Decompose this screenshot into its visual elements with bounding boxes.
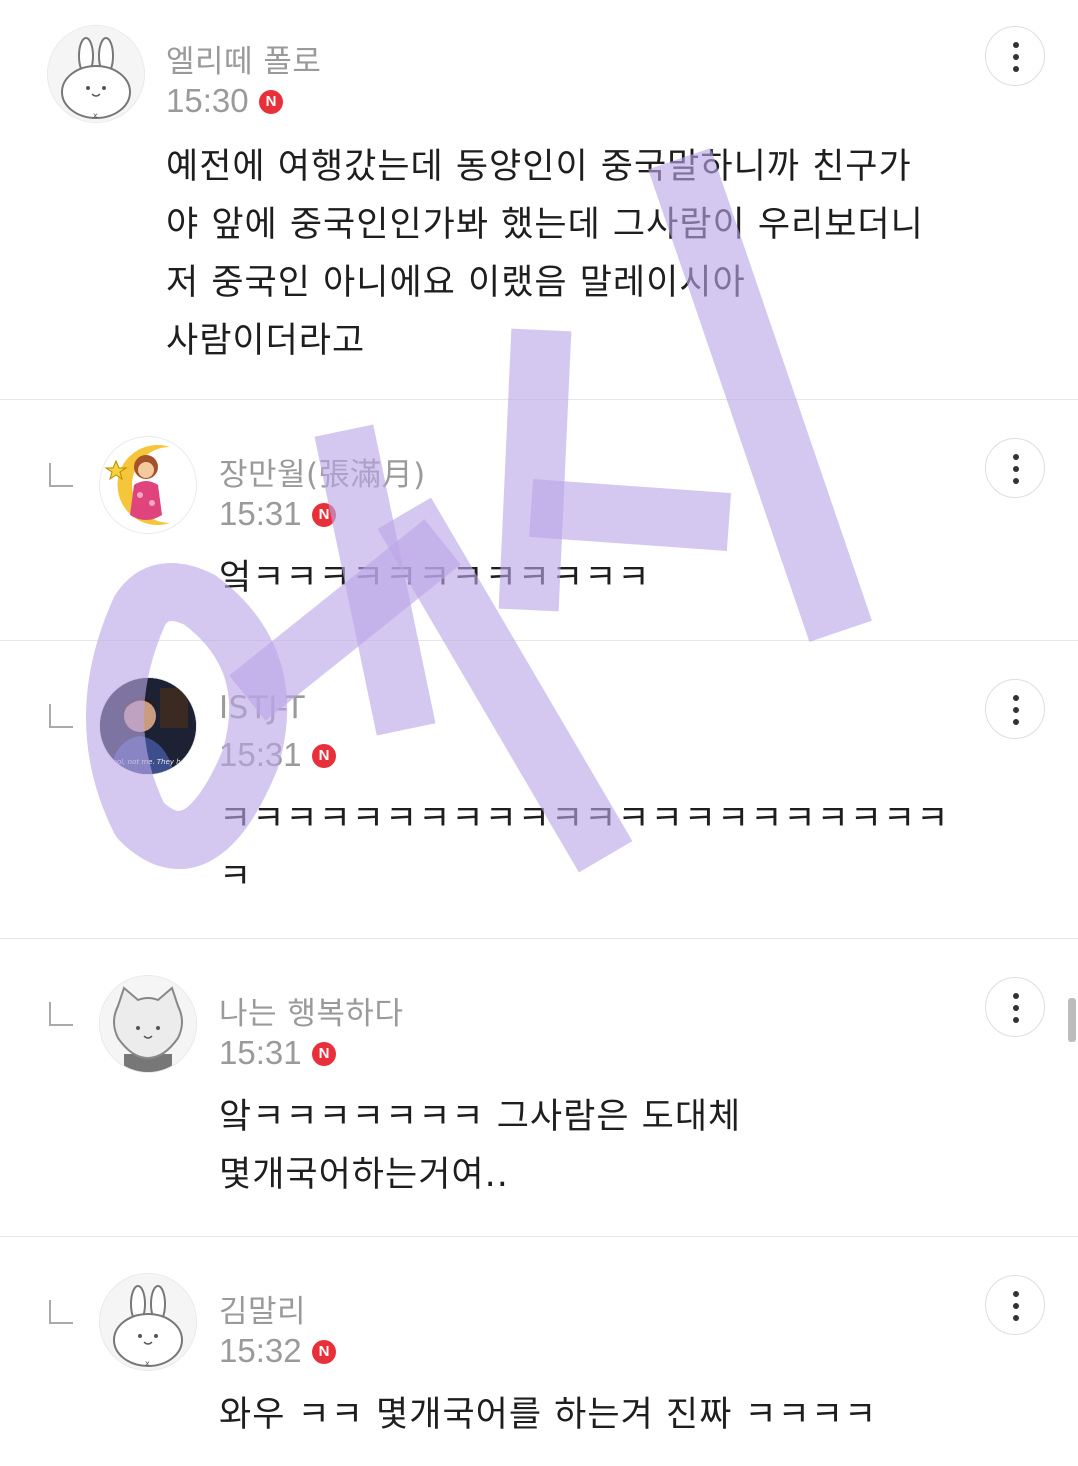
reply-indent-icon <box>49 704 73 728</box>
comment-line: 야 앞에 중국인인가봐 했는데 그사람이 우리보더니 <box>166 205 924 245</box>
more-vertical-icon <box>1013 695 1019 725</box>
comment-line: 와우 ㅋㅋ 몇개국어를 하는겨 진짜 ㅋㅋㅋㅋ <box>219 1395 878 1435</box>
more-options-button[interactable] <box>985 977 1045 1037</box>
more-options-button[interactable] <box>985 679 1045 739</box>
divider <box>0 640 1078 641</box>
avatar[interactable]: x <box>99 1273 197 1371</box>
more-vertical-icon <box>1013 42 1019 72</box>
timestamp: 15:30 <box>166 82 249 119</box>
reply-indent-icon <box>49 1002 73 1026</box>
divider <box>0 938 1078 939</box>
more-options-button[interactable] <box>985 438 1045 498</box>
comment-line: 엌ㅋㅋㅋㅋㅋㅋㅋㅋㅋㅋㅋㅋ <box>219 558 651 598</box>
comment-line: 예전에 여행갔는데 동양인이 중국말하니까 친구가 <box>166 147 912 187</box>
more-options-button[interactable] <box>985 1275 1045 1335</box>
reply-indent-icon <box>49 463 73 487</box>
avatar[interactable]: ...ool, not me. They h... <box>99 677 197 775</box>
comment-text: 와우 ㅋㅋ 몇개국어를 하는겨 진짜 ㅋㅋㅋㅋ <box>219 1386 877 1444</box>
new-badge-icon: N <box>312 503 336 527</box>
more-options-button[interactable] <box>985 26 1045 86</box>
cat-avatar-icon <box>100 976 196 1072</box>
comment-line: 앜ㅋㅋㅋㅋㅋㅋㅋ 그사람은 도대체 <box>219 1097 742 1137</box>
divider <box>0 1236 1078 1237</box>
comment-text: 앜ㅋㅋㅋㅋㅋㅋㅋ 그사람은 도대체 몇개국어하는거여.. <box>219 1088 741 1204</box>
comment-line: 몇개국어하는거여.. <box>219 1155 509 1195</box>
more-vertical-icon <box>1013 993 1019 1023</box>
divider <box>0 399 1078 400</box>
timestamp: 15:31 <box>219 1034 302 1071</box>
comment-text: 엌ㅋㅋㅋㅋㅋㅋㅋㅋㅋㅋㅋㅋ <box>219 549 651 607</box>
comment-line: 사람이더라고 <box>166 321 366 361</box>
more-vertical-icon <box>1013 454 1019 484</box>
reply-indent-icon <box>49 1300 73 1324</box>
nickname[interactable]: 김말리 <box>219 1286 306 1331</box>
timestamp: 15:31 <box>219 736 302 773</box>
bunny-avatar-icon: x <box>48 26 144 122</box>
comment-line: ㅋㅋㅋㅋㅋㅋㅋㅋㅋㅋㅋㅋㅋㅋㅋㅋㅋㅋㅋㅋㅋㅋ <box>219 799 950 839</box>
comment-line: ㅋ <box>219 857 253 897</box>
new-badge-icon: N <box>312 1340 336 1364</box>
avatar-caption: ...ool, not me. They h... <box>106 758 187 766</box>
avatar[interactable] <box>99 975 197 1073</box>
new-badge-icon: N <box>312 744 336 768</box>
nickname[interactable]: ISTJ-T <box>219 690 305 726</box>
nickname[interactable]: 장만월(張滿月) <box>219 449 426 494</box>
timestamp: 15:32 <box>219 1332 302 1369</box>
more-vertical-icon <box>1013 1291 1019 1321</box>
scrollbar[interactable] <box>1068 998 1076 1042</box>
nickname[interactable]: 나는 행복하다 <box>219 988 403 1033</box>
timestamp: 15:31 <box>219 495 302 532</box>
photo-avatar-icon: ...ool, not me. They h... <box>100 678 196 774</box>
avatar[interactable] <box>99 436 197 534</box>
comment-text: ㅋㅋㅋㅋㅋㅋㅋㅋㅋㅋㅋㅋㅋㅋㅋㅋㅋㅋㅋㅋㅋㅋ ㅋ <box>219 790 949 906</box>
avatar[interactable]: x <box>47 25 145 123</box>
comment-text: 예전에 여행갔는데 동양인이 중국말하니까 친구가 야 앞에 중국인인가봐 했는… <box>166 138 924 370</box>
new-badge-icon: N <box>259 90 283 114</box>
moon-girl-avatar-icon <box>100 437 196 533</box>
comment-line: 저 중국인 아니에요 이랬음 말레이시아 <box>166 263 746 303</box>
svg-text:x: x <box>145 1359 150 1368</box>
new-badge-icon: N <box>312 1042 336 1066</box>
svg-text:x: x <box>93 111 98 120</box>
nickname[interactable]: 엘리떼 폴로 <box>166 36 321 81</box>
bunny-avatar-icon: x <box>100 1274 196 1370</box>
